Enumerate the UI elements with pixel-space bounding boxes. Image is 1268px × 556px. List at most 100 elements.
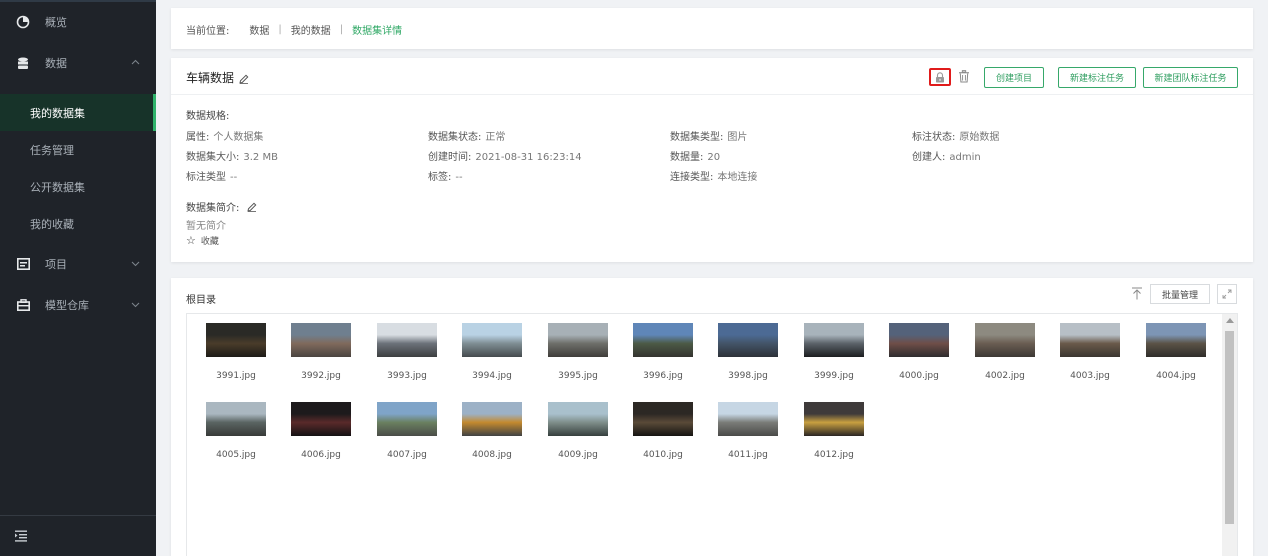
image-thumbnail[interactable] xyxy=(206,402,266,436)
dataset-title-text: 车辆数据 xyxy=(186,71,235,85)
image-filename: 3991.jpg xyxy=(216,371,256,381)
dataset-title: 车辆数据 xyxy=(186,69,249,86)
meta-value: 3.2 MB xyxy=(243,152,278,163)
fullscreen-button[interactable] xyxy=(1217,284,1237,304)
edit-intro-icon[interactable] xyxy=(247,202,257,212)
chevron-down-icon xyxy=(131,300,141,310)
delete-button[interactable] xyxy=(958,70,970,84)
image-thumbnail[interactable] xyxy=(462,323,522,357)
image-thumbnail[interactable] xyxy=(718,323,778,357)
image-thumbnail[interactable] xyxy=(1060,323,1120,357)
image-filename: 4003.jpg xyxy=(1070,371,1110,381)
meta-value: 图片 xyxy=(727,132,748,143)
meta-attribute: 属性: 个人数据集 xyxy=(186,128,263,143)
meta-annotation-type: 标注类型 -- xyxy=(186,168,237,183)
image-filename: 4012.jpg xyxy=(814,450,854,460)
batch-manage-button[interactable]: 批量管理 xyxy=(1150,284,1210,304)
edit-title-icon[interactable] xyxy=(239,73,249,84)
image-thumbnail[interactable] xyxy=(206,323,266,357)
image-filename: 4005.jpg xyxy=(216,450,256,460)
meta-value: 个人数据集 xyxy=(213,132,264,143)
breadcrumb: 当前位置: 数据 | 我的数据 | 数据集详情 xyxy=(186,22,402,37)
image-thumbnail[interactable] xyxy=(548,402,608,436)
meta-value: 本地连接 xyxy=(717,172,758,183)
new-team-annotation-task-button[interactable]: 新建团队标注任务 xyxy=(1143,67,1238,88)
back-to-top-icon[interactable] xyxy=(1131,287,1143,300)
image-filename: 4004.jpg xyxy=(1156,371,1196,381)
scrollbar[interactable] xyxy=(1222,314,1237,556)
meta-key: 数据集大小: xyxy=(186,152,240,163)
image-filename: 4007.jpg xyxy=(387,450,427,460)
sidebar-item-task-management[interactable]: 任务管理 xyxy=(0,131,156,168)
sidebar-item-label: 我的数据集 xyxy=(30,106,85,120)
image-filename: 3993.jpg xyxy=(387,371,427,381)
briefcase-icon xyxy=(16,298,30,312)
image-thumbnail[interactable] xyxy=(548,323,608,357)
image-thumbnail[interactable] xyxy=(291,323,351,357)
image-thumbnail[interactable] xyxy=(1146,323,1206,357)
header-divider xyxy=(171,94,1253,95)
image-thumbnail[interactable] xyxy=(718,402,778,436)
files-card: 根目录 批量管理 3991.jpg 3992.jpg 3993.jpg 3994.jp… xyxy=(171,278,1253,556)
image-filename: 3995.jpg xyxy=(558,371,598,381)
favorite-button[interactable]: ☆ 收藏 xyxy=(186,234,219,247)
scroll-up-arrow[interactable] xyxy=(1226,318,1234,323)
image-filename: 4000.jpg xyxy=(899,371,939,381)
image-thumbnail[interactable] xyxy=(291,402,351,436)
files-title: 根目录 xyxy=(186,295,216,306)
image-thumbnail[interactable] xyxy=(633,323,693,357)
trash-icon xyxy=(959,70,969,83)
meta-value: 2021-08-31 16:23:14 xyxy=(475,152,582,163)
intro-label-text: 数据集简介: xyxy=(186,203,240,214)
meta-value: 20 xyxy=(707,152,721,163)
breadcrumb-item-data[interactable]: 数据 xyxy=(249,22,269,37)
meta-key: 创建时间: xyxy=(428,152,472,163)
sidebar-item-model-warehouse[interactable]: 模型仓库 xyxy=(0,286,156,324)
favorite-label: 收藏 xyxy=(200,237,219,247)
sidebar-item-my-favorites[interactable]: 我的收藏 xyxy=(0,205,156,242)
create-project-button[interactable]: 创建项目 xyxy=(984,67,1044,88)
meta-key: 连接类型: xyxy=(670,172,714,183)
image-filename: 3998.jpg xyxy=(728,371,768,381)
image-thumbnail[interactable] xyxy=(377,402,437,436)
image-filename: 3992.jpg xyxy=(301,371,341,381)
breadcrumb-separator: | xyxy=(339,24,344,35)
sidebar-item-projects[interactable]: 项目 xyxy=(0,245,156,283)
sidebar-top-accent xyxy=(0,0,156,2)
scrollbar-thumb[interactable] xyxy=(1225,331,1234,524)
sidebar-item-label: 我的收藏 xyxy=(30,217,74,231)
image-thumbnail[interactable] xyxy=(633,402,693,436)
meta-value: -- xyxy=(230,172,238,183)
sidebar-item-label: 模型仓库 xyxy=(45,299,89,312)
breadcrumb-item-my-data[interactable]: 我的数据 xyxy=(291,22,331,37)
sidebar-item-my-datasets[interactable]: 我的数据集 xyxy=(0,94,156,131)
image-filename: 3994.jpg xyxy=(472,371,512,381)
collapse-menu-icon[interactable] xyxy=(15,530,29,542)
image-thumbnail[interactable] xyxy=(975,323,1035,357)
meta-key: 数据集类型: xyxy=(670,132,724,143)
star-icon: ☆ xyxy=(186,234,196,247)
meta-key: 属性: xyxy=(186,132,210,143)
image-filename: 3999.jpg xyxy=(814,371,854,381)
sidebar: 概览 数据 我的数据集 任务管理 公开数据集 我的收藏 项目 模型仓库 xyxy=(0,0,156,556)
image-filename: 4006.jpg xyxy=(301,450,341,460)
image-filename: 3996.jpg xyxy=(643,371,683,381)
meta-key: 标签: xyxy=(428,172,452,183)
active-indicator xyxy=(153,94,156,131)
sidebar-item-public-datasets[interactable]: 公开数据集 xyxy=(0,168,156,205)
image-thumbnail[interactable] xyxy=(462,402,522,436)
sidebar-item-data[interactable]: 数据 xyxy=(0,44,156,82)
spec-label: 数据规格: xyxy=(186,111,230,122)
meta-key: 数据量: xyxy=(670,152,704,163)
intro-text: 暂无简介 xyxy=(186,221,226,232)
image-thumbnail[interactable] xyxy=(889,323,949,357)
image-thumbnail[interactable] xyxy=(804,323,864,357)
new-annotation-task-button[interactable]: 新建标注任务 xyxy=(1058,67,1136,88)
lock-button[interactable] xyxy=(929,68,951,86)
dashboard-icon xyxy=(16,15,30,29)
sidebar-item-overview[interactable]: 概览 xyxy=(0,3,156,41)
image-thumbnail[interactable] xyxy=(377,323,437,357)
meta-key: 创建人: xyxy=(912,152,946,163)
sidebar-item-label: 项目 xyxy=(45,258,67,271)
image-thumbnail[interactable] xyxy=(804,402,864,436)
